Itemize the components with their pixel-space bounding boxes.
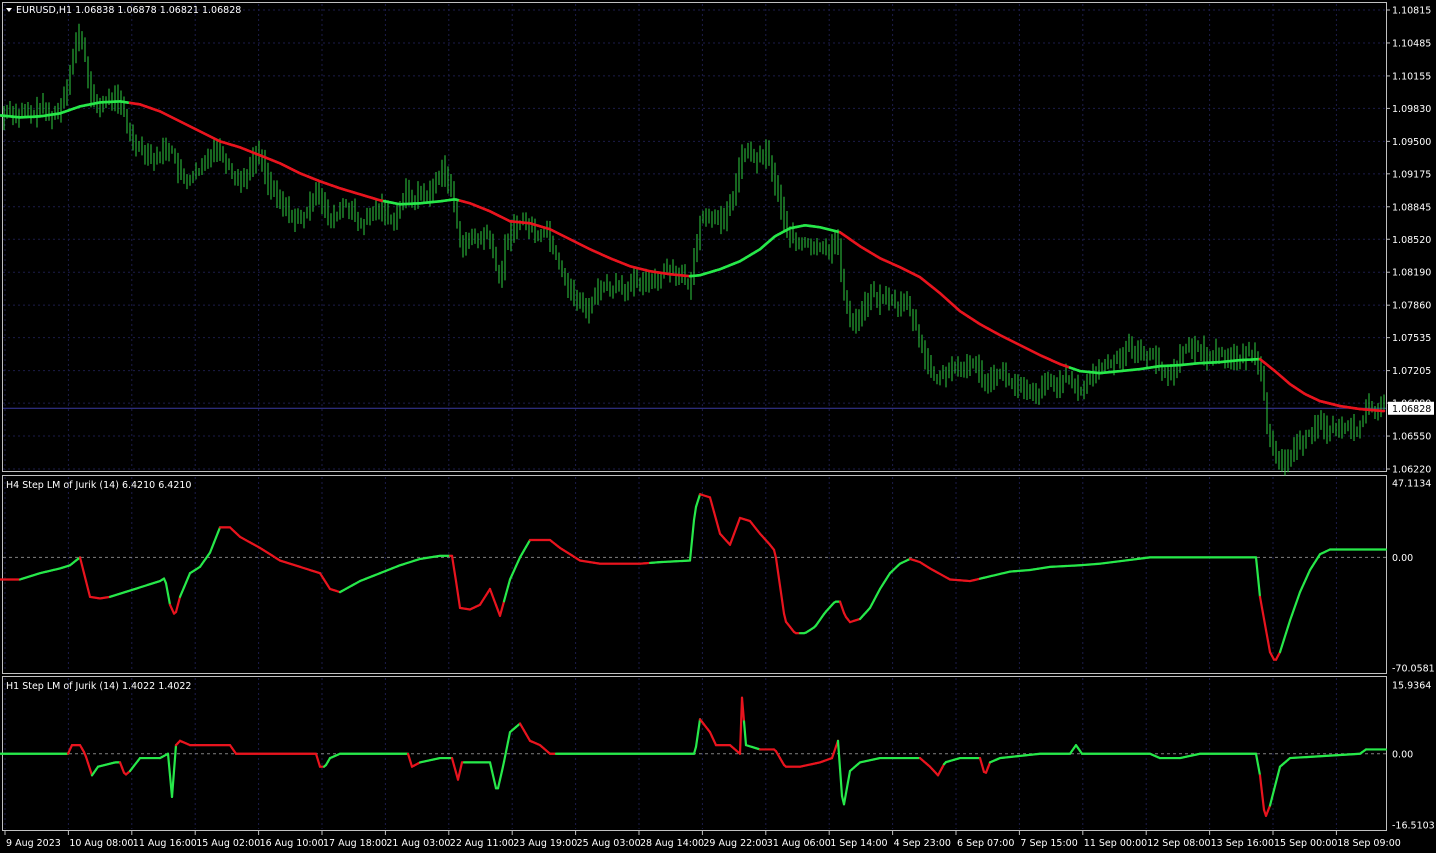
price-axis-label: 1.06550	[1392, 432, 1431, 443]
time-axis-label: 12 Sep 08:00	[1147, 838, 1210, 849]
h4-axis-label: 0.00	[1392, 553, 1413, 564]
time-axis-label: 21 Aug 03:00	[386, 838, 450, 849]
time-axis-label: 10 Aug 08:00	[69, 838, 133, 849]
current-price-marker: 1.06828	[1388, 401, 1434, 415]
price-axis-label: 1.10485	[1392, 38, 1431, 49]
time-axis-label: 22 Aug 11:00	[450, 838, 514, 849]
price-axis-label: 1.10815	[1392, 6, 1431, 17]
price-axis-label: 1.09175	[1392, 169, 1431, 180]
price-axis-label: 1.08190	[1392, 268, 1431, 279]
price-axis-label: 1.08520	[1392, 235, 1431, 246]
h4-axis-label: -70.0581	[1392, 664, 1435, 675]
h1-axis-label: -16.5103	[1392, 821, 1435, 832]
price-axis-label: 1.07535	[1392, 333, 1431, 344]
time-axis-label: 11 Sep 00:00	[1084, 838, 1147, 849]
price-axis-label: 1.10155	[1392, 71, 1431, 82]
time-axis-label: 9 Aug 2023	[6, 838, 61, 849]
h1-axis-label: 0.00	[1392, 749, 1413, 760]
time-axis-label: 7 Sep 15:00	[1020, 838, 1077, 849]
h4-title: H4 Step LM of Jurik (14) 6.4210 6.4210	[6, 480, 191, 491]
current-price-label: 1.06828	[1392, 404, 1431, 415]
price-axis-label: 1.09830	[1392, 104, 1431, 115]
time-axis-label: 1 Sep 14:00	[830, 838, 887, 849]
price-axis-label: 1.08845	[1392, 202, 1431, 213]
time-axis-label: 16 Aug 10:00	[260, 838, 324, 849]
time-axis-label: 25 Aug 03:00	[577, 838, 641, 849]
price-axis-label: 1.07860	[1392, 301, 1431, 312]
main-title: EURUSD,H1 1.06838 1.06878 1.06821 1.0682…	[16, 5, 241, 16]
time-axis-label: 15 Aug 02:00	[196, 838, 260, 849]
time-axis-label: 18 Sep 09:00	[1337, 838, 1400, 849]
time-axis-label: 11 Aug 16:00	[133, 838, 197, 849]
time-axis-label: 29 Aug 22:00	[703, 838, 767, 849]
time-axis-label: 31 Aug 06:00	[767, 838, 831, 849]
time-axis-label: 15 Sep 00:00	[1274, 838, 1337, 849]
time-axis-label: 4 Sep 23:00	[894, 838, 951, 849]
h4-axis-label: 47.1134	[1392, 479, 1431, 490]
time-axis-label: 28 Aug 14:00	[640, 838, 704, 849]
h1-title: H1 Step LM of Jurik (14) 1.4022 1.4022	[6, 681, 191, 692]
time-axis-label: 23 Aug 19:00	[513, 838, 577, 849]
price-axis-label: 1.09500	[1392, 137, 1431, 148]
h1-axis-label: 15.9364	[1392, 681, 1431, 692]
time-axis-label: 13 Sep 16:00	[1211, 838, 1274, 849]
price-axis-label: 1.07205	[1392, 366, 1431, 377]
price-axis-label: 1.06220	[1392, 465, 1431, 476]
chart-canvas[interactable]: EURUSD,H1 1.06838 1.06878 1.06821 1.0682…	[0, 0, 1436, 853]
time-axis-label: 17 Aug 18:00	[323, 838, 387, 849]
time-axis-label: 6 Sep 07:00	[957, 838, 1014, 849]
